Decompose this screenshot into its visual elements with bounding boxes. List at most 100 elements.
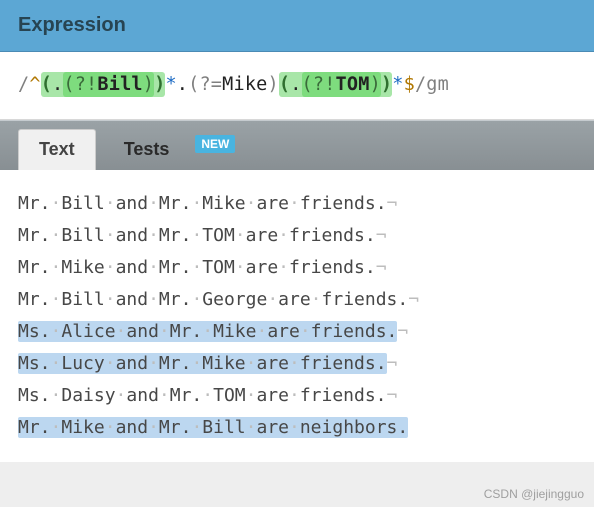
whitespace-dot-icon: ·	[105, 289, 116, 310]
word: friends.	[311, 321, 398, 342]
eol-icon: ¬	[387, 353, 398, 374]
text-line: Ms.·Lucy·and·Mr.·Mike·are·friends.¬	[18, 348, 576, 380]
word: Mr.	[159, 289, 192, 310]
expression-header: Expression	[0, 0, 594, 52]
nomatch-span: Mr.·Mike·and·Mr.·TOM·are·friends.	[18, 257, 376, 278]
mid-dot: .	[177, 74, 188, 95]
whitespace-dot-icon: ·	[51, 417, 62, 438]
word: and	[116, 193, 149, 214]
whitespace-dot-icon: ·	[191, 225, 202, 246]
word: and	[116, 257, 149, 278]
whitespace-dot-icon: ·	[202, 385, 213, 406]
word: Ms.	[18, 321, 51, 342]
whitespace-dot-icon: ·	[246, 417, 257, 438]
word: are	[246, 225, 279, 246]
word: are	[256, 193, 289, 214]
whitespace-dot-icon: ·	[51, 321, 62, 342]
word: Mr.	[159, 225, 192, 246]
quantifier-2: *	[392, 74, 403, 95]
whitespace-dot-icon: ·	[148, 257, 159, 278]
whitespace-dot-icon: ·	[191, 257, 202, 278]
word: neighbors.	[300, 417, 408, 438]
tab-text[interactable]: Text	[18, 129, 96, 170]
whitespace-dot-icon: ·	[159, 385, 170, 406]
whitespace-dot-icon: ·	[148, 417, 159, 438]
word: are	[267, 321, 300, 342]
word: Bill	[202, 417, 245, 438]
whitespace-dot-icon: ·	[267, 289, 278, 310]
eol-icon: ¬	[408, 289, 419, 310]
word: TOM	[213, 385, 246, 406]
whitespace-dot-icon: ·	[256, 321, 267, 342]
whitespace-dot-icon: ·	[105, 353, 116, 374]
word: Mr.	[159, 193, 192, 214]
word: Mike	[202, 193, 245, 214]
word: Bill	[61, 225, 104, 246]
word: and	[126, 321, 159, 342]
pos-lookahead-open: (?=	[188, 74, 222, 95]
whitespace-dot-icon: ·	[148, 289, 159, 310]
word: Mike	[202, 353, 245, 374]
whitespace-dot-icon: ·	[51, 193, 62, 214]
eol-icon: ¬	[376, 225, 387, 246]
g2-neg-lookahead: (?!TOM)	[302, 72, 381, 97]
word: Mike	[61, 257, 104, 278]
word: friends.	[289, 225, 376, 246]
eol-icon: ¬	[397, 321, 408, 342]
word: Mike	[213, 321, 256, 342]
g2-literal: TOM	[336, 74, 370, 95]
text-line: Mr.·Mike·and·Mr.·TOM·are·friends.¬	[18, 252, 576, 284]
word: are	[256, 353, 289, 374]
whitespace-dot-icon: ·	[191, 289, 202, 310]
whitespace-dot-icon: ·	[159, 321, 170, 342]
group-2: (.(?!TOM))	[279, 72, 392, 97]
word: TOM	[202, 257, 235, 278]
word: George	[202, 289, 267, 310]
g1-close: )	[154, 74, 165, 95]
word: are	[256, 417, 289, 438]
eol-icon: ¬	[387, 193, 398, 214]
tab-tests[interactable]: Tests	[104, 130, 190, 170]
word: TOM	[202, 225, 235, 246]
whitespace-dot-icon: ·	[148, 225, 159, 246]
panel-title: Expression	[18, 14, 576, 37]
whitespace-dot-icon: ·	[51, 353, 62, 374]
text-line: Mr.·Bill·and·Mr.·George·are·friends.¬	[18, 284, 576, 316]
whitespace-dot-icon: ·	[289, 353, 300, 374]
word: friends.	[289, 257, 376, 278]
text-line: Ms.·Daisy·and·Mr.·TOM·are·friends.¬	[18, 380, 576, 412]
g1-dot: .	[52, 74, 63, 95]
word: are	[256, 385, 289, 406]
word: Lucy	[61, 353, 104, 374]
whitespace-dot-icon: ·	[289, 193, 300, 214]
pos-lookahead-literal: Mike	[222, 74, 267, 95]
word: friends.	[300, 385, 387, 406]
regex-close-delim: /	[415, 74, 426, 95]
word: Ms.	[18, 385, 51, 406]
whitespace-dot-icon: ·	[105, 225, 116, 246]
anchor-start: ^	[29, 74, 40, 95]
match-span: Mr.·Mike·and·Mr.·Bill·are·neighbors.	[18, 417, 408, 438]
word: Mr.	[159, 417, 192, 438]
regex-input[interactable]: /^(.(?!Bill))*.(?=Mike)(.(?!TOM))*$/gm	[0, 52, 594, 120]
whitespace-dot-icon: ·	[300, 321, 311, 342]
whitespace-dot-icon: ·	[116, 321, 127, 342]
text-panel[interactable]: Mr.·Bill·and·Mr.·Mike·are·friends.¬Mr.·B…	[0, 170, 594, 462]
eol-icon: ¬	[376, 257, 387, 278]
whitespace-dot-icon: ·	[235, 257, 246, 278]
badge-new: NEW	[195, 135, 235, 153]
word: Mr.	[159, 353, 192, 374]
whitespace-dot-icon: ·	[311, 289, 322, 310]
g2-la-open: (?!	[302, 74, 336, 95]
word: Mr.	[18, 257, 51, 278]
whitespace-dot-icon: ·	[202, 321, 213, 342]
word: Mr.	[18, 417, 51, 438]
g2-close: )	[381, 74, 392, 95]
regex-flags: gm	[426, 74, 449, 95]
watermark: CSDN @jiejingguo	[484, 487, 584, 501]
word: are	[246, 257, 279, 278]
g2-open: (	[279, 74, 290, 95]
word: Mr.	[18, 289, 51, 310]
whitespace-dot-icon: ·	[289, 385, 300, 406]
whitespace-dot-icon: ·	[246, 385, 257, 406]
